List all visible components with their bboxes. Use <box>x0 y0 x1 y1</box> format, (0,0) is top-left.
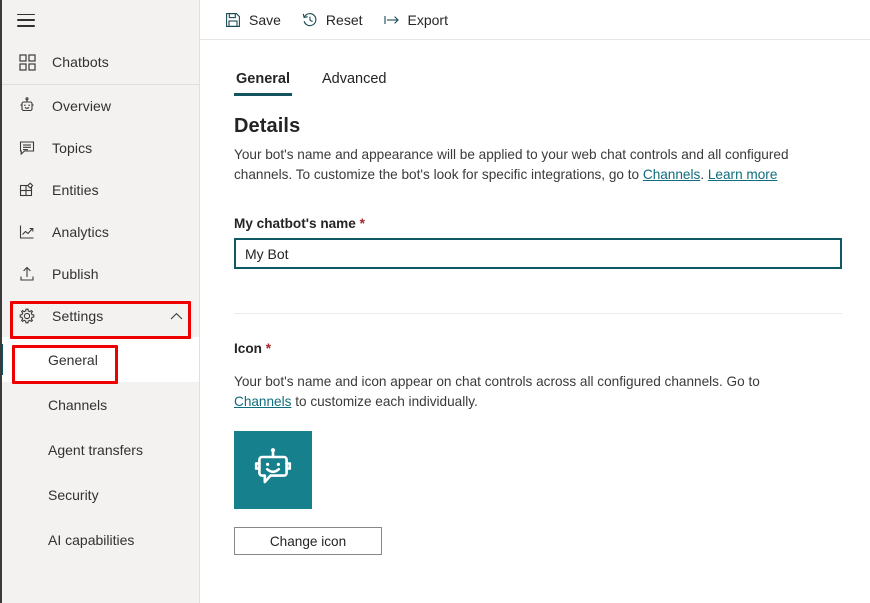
sidebar-item-settings[interactable]: Settings <box>0 295 199 337</box>
section-divider <box>234 313 842 314</box>
export-label: Export <box>407 11 448 28</box>
sidebar-item-entities[interactable]: Entities <box>0 169 199 211</box>
chatbot-name-label-text: My chatbot's name <box>234 216 356 231</box>
icon-section-description: Your bot's name and icon appear on chat … <box>234 372 809 412</box>
sidebar-subitem-general[interactable]: General <box>0 337 199 382</box>
sidebar-subitem-security[interactable]: Security <box>0 472 199 517</box>
history-clock-icon <box>301 11 319 29</box>
bot-avatar-icon <box>250 445 296 496</box>
required-asterisk: * <box>265 341 272 356</box>
export-arrow-icon <box>383 11 401 29</box>
upload-icon <box>17 264 37 284</box>
icon-section-label: Icon * <box>234 341 842 356</box>
sidebar-item-chatbots[interactable]: Chatbots <box>0 40 199 84</box>
gear-icon <box>17 306 37 326</box>
sidebar-subitem-agent-transfers[interactable]: Agent transfers <box>0 427 199 472</box>
settings-general-panel: Details Your bot's name and appearance w… <box>200 115 870 555</box>
line-chart-icon <box>17 222 37 242</box>
sidebar-subitem-label: Security <box>48 486 99 503</box>
sidebar-subitem-channels[interactable]: Channels <box>0 382 199 427</box>
tab-general[interactable]: General <box>234 71 292 96</box>
sidebar-subitem-label: General <box>48 351 98 368</box>
sidebar-subitem-ai-capabilities[interactable]: AI capabilities <box>0 517 199 562</box>
sidebar-item-label: Settings <box>52 308 104 324</box>
icon-description-part2: to customize each individually. <box>291 394 478 409</box>
sidebar-item-label: Overview <box>52 98 112 114</box>
details-description-part2: . <box>700 167 708 182</box>
reset-button[interactable]: Reset <box>296 4 373 36</box>
tab-label: General <box>236 71 290 87</box>
channels-link[interactable]: Channels <box>643 167 700 182</box>
icon-description-part1: Your bot's name and icon appear on chat … <box>234 374 760 389</box>
sidebar-item-analytics[interactable]: Analytics <box>0 211 199 253</box>
entities-grid-icon <box>17 180 37 200</box>
icon-section-label-text: Icon <box>234 341 262 356</box>
sidebar-subitem-label: Agent transfers <box>48 441 143 458</box>
channels-link[interactable]: Channels <box>234 394 291 409</box>
tab-bar: General Advanced <box>200 71 870 96</box>
app-root: Chatbots Overview Topics Entities Analyt… <box>0 0 870 603</box>
sidebar-subitem-label: Channels <box>48 396 108 413</box>
hamburger-menu-button[interactable] <box>0 0 199 40</box>
chevron-up-icon <box>170 308 183 324</box>
sidebar: Chatbots Overview Topics Entities Analyt… <box>0 0 200 603</box>
sidebar-item-label: Chatbots <box>52 54 109 70</box>
sidebar-subitem-label: AI capabilities <box>48 531 135 548</box>
chat-bubble-icon <box>17 138 37 158</box>
sidebar-item-publish[interactable]: Publish <box>0 253 199 295</box>
page-title: Details <box>234 115 301 137</box>
grid-icon <box>17 52 37 72</box>
sidebar-item-topics[interactable]: Topics <box>0 127 199 169</box>
sidebar-item-label: Entities <box>52 182 99 198</box>
reset-label: Reset <box>325 11 363 28</box>
hamburger-icon <box>17 13 35 27</box>
chatbot-name-input[interactable] <box>234 238 842 269</box>
main-content: Save Reset Export General Advanced Detai… <box>200 0 870 603</box>
tab-advanced[interactable]: Advanced <box>320 71 389 96</box>
bot-icon-preview[interactable] <box>234 431 312 509</box>
details-description: Your bot's name and appearance will be a… <box>234 145 814 185</box>
learn-more-link[interactable]: Learn more <box>708 167 778 182</box>
tab-label: Advanced <box>322 71 387 87</box>
sidebar-item-overview[interactable]: Overview <box>0 85 199 127</box>
save-label: Save <box>249 11 281 28</box>
required-asterisk: * <box>359 216 365 231</box>
save-floppy-icon <box>224 11 242 29</box>
change-icon-button[interactable]: Change icon <box>234 527 382 555</box>
sidebar-item-label: Analytics <box>52 224 109 240</box>
sidebar-item-label: Topics <box>52 140 93 156</box>
window-left-edge <box>0 0 2 603</box>
chatbot-name-label: My chatbot's name * <box>234 216 842 231</box>
robot-icon <box>17 96 37 116</box>
save-button[interactable]: Save <box>219 4 291 36</box>
command-toolbar: Save Reset Export <box>200 0 870 40</box>
export-button[interactable]: Export <box>378 4 458 36</box>
sidebar-item-label: Publish <box>52 266 99 282</box>
